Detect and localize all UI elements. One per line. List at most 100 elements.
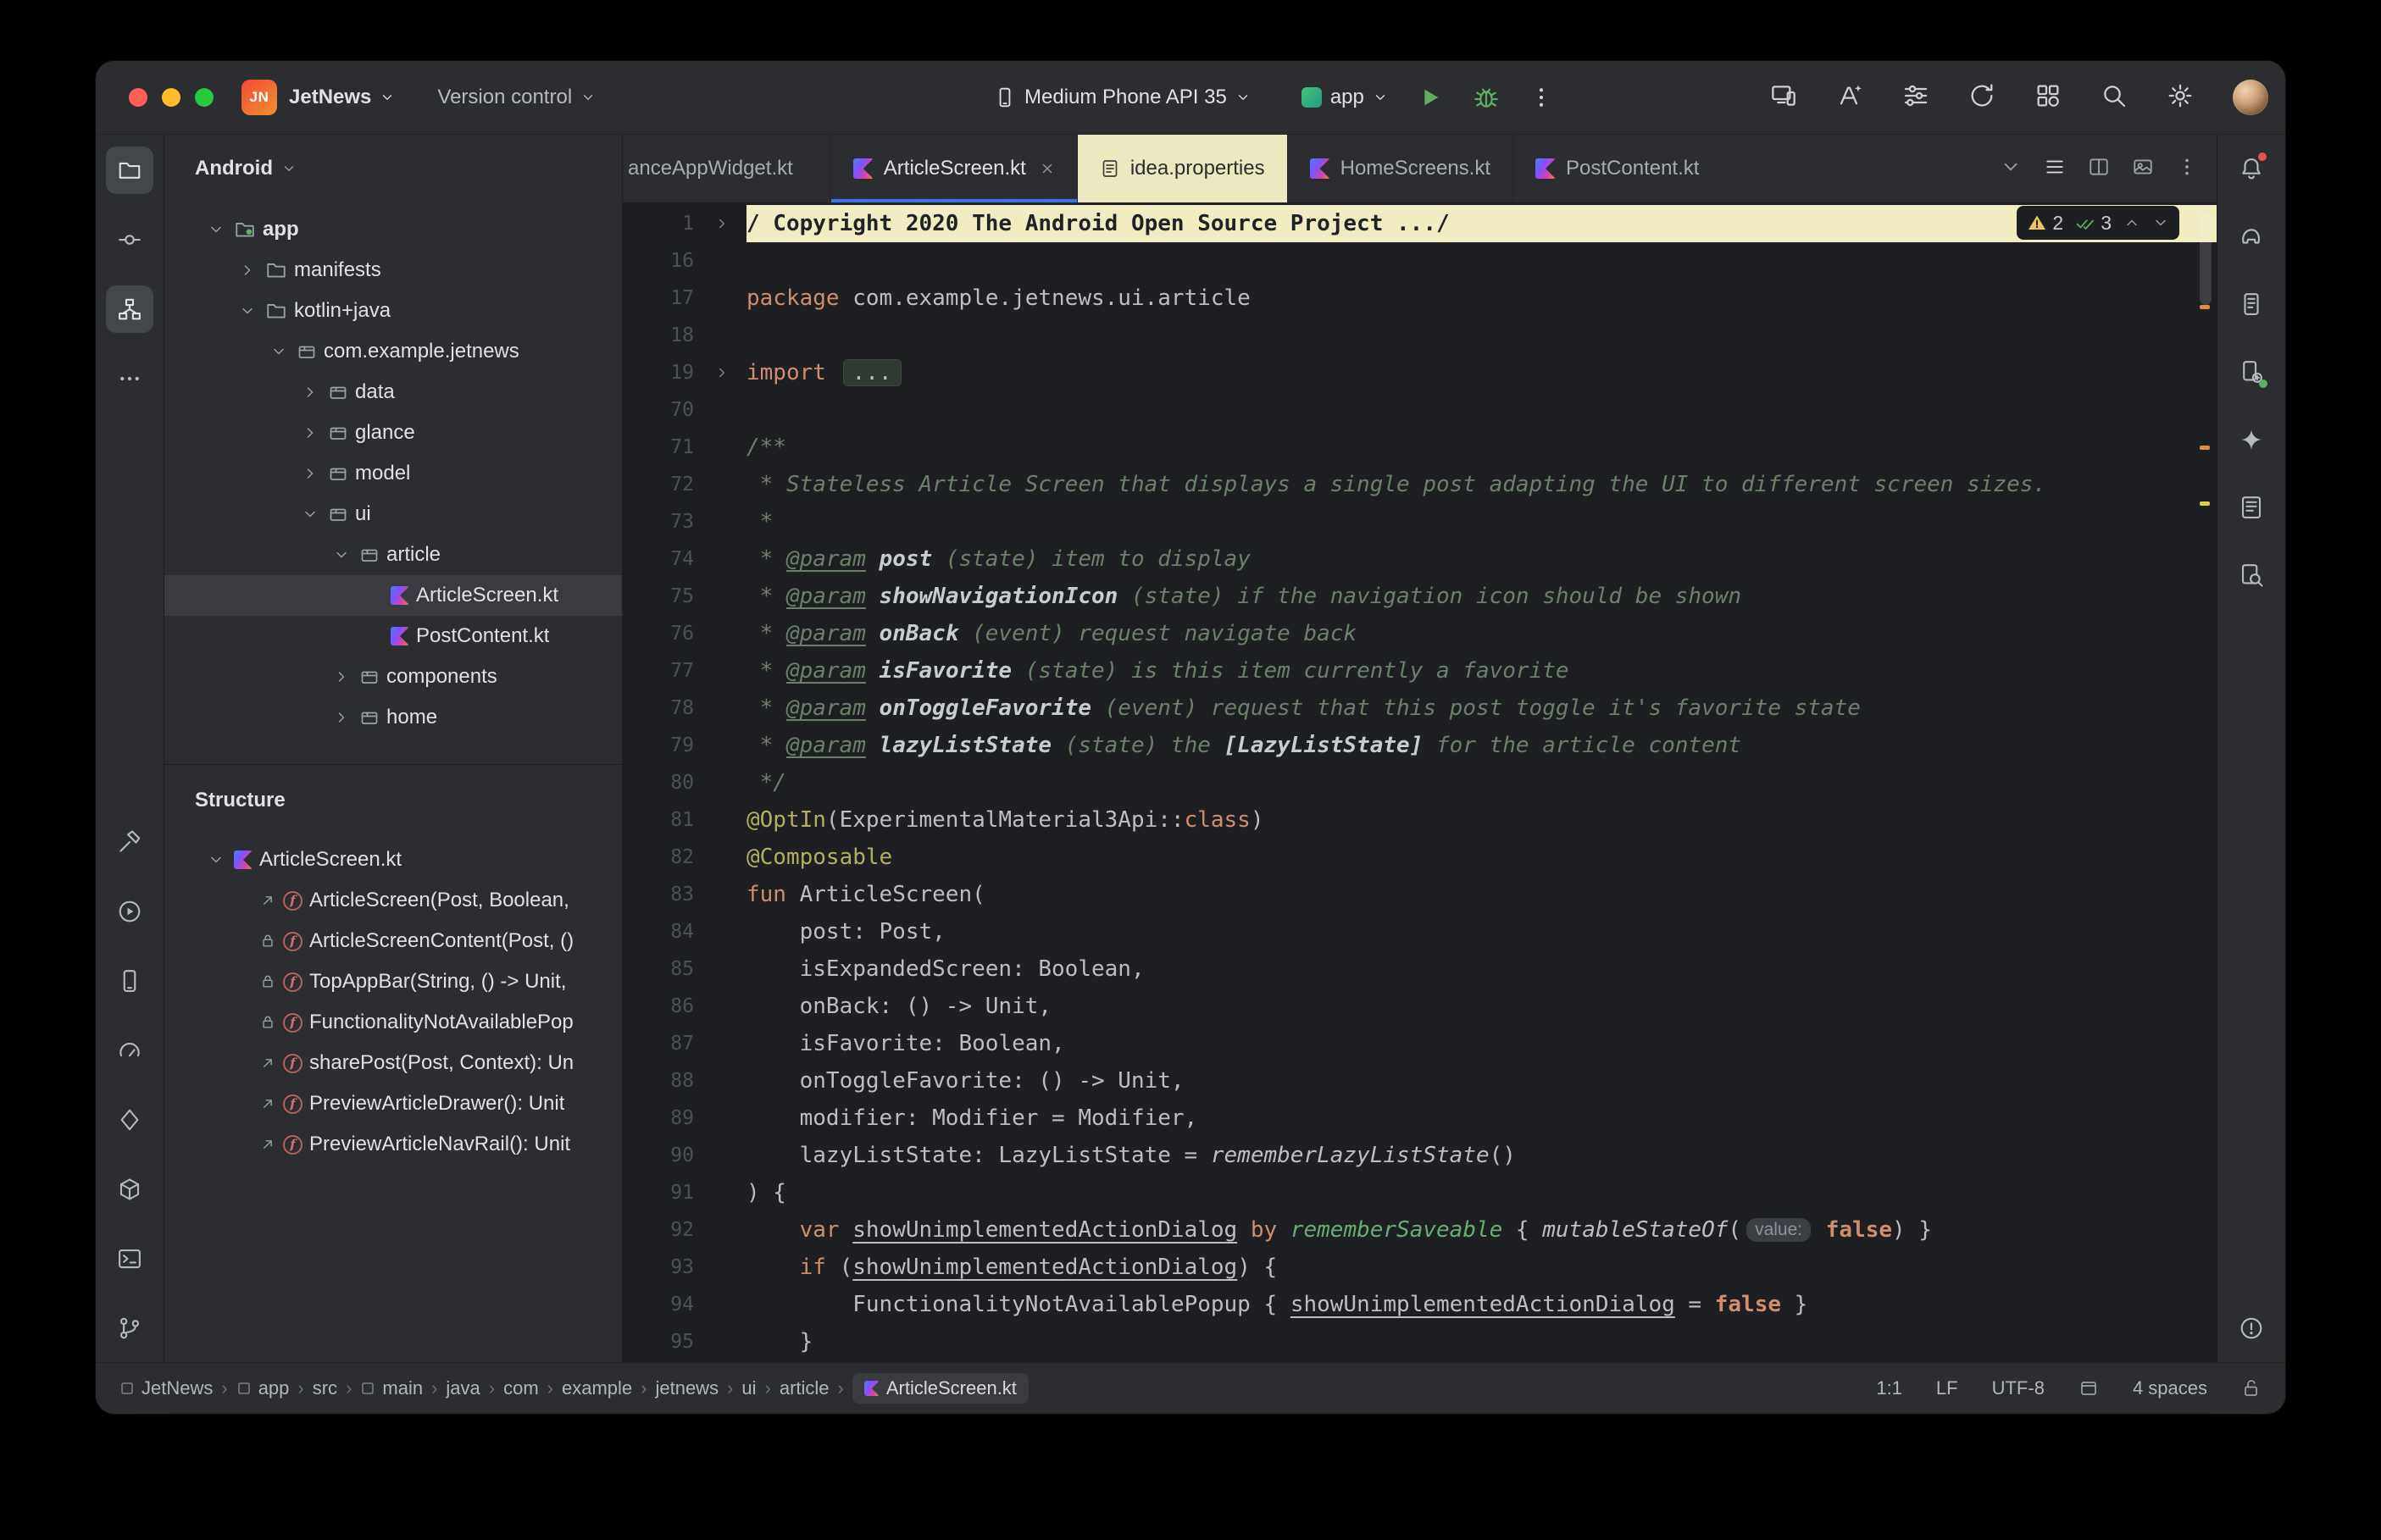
code-line-17[interactable]: 17 package com.example.jetnews.ui.article [623, 280, 2217, 317]
breadcrumb-ui[interactable]: ui [741, 1377, 756, 1399]
code-line-19[interactable]: 19 import ... [623, 354, 2217, 391]
code-line-79[interactable]: 79 * @param lazyListState (state) the [L… [623, 727, 2217, 764]
structure-item-PreviewArticleDrawer(): Unit[interactable]: f PreviewArticleDrawer(): Unit [164, 1083, 622, 1124]
commit-button[interactable] [106, 216, 153, 263]
unlock-icon[interactable] [2241, 1378, 2262, 1399]
devices-button[interactable] [1770, 82, 1797, 114]
code-line-94[interactable]: 94 FunctionalityNotAvailablePopup { show… [623, 1286, 2217, 1323]
problems-button[interactable] [2228, 1305, 2275, 1352]
tree-item-com.example.jetnews[interactable]: com.example.jetnews [164, 331, 622, 372]
filters-button[interactable] [1902, 82, 1929, 114]
project-widget[interactable]: JetNews [289, 86, 395, 109]
code-line-93[interactable]: 93 if (showUnimplementedActionDialog) { [623, 1249, 2217, 1286]
fold-marker-icon[interactable] [694, 216, 746, 231]
previous-problem-icon[interactable] [2123, 214, 2140, 231]
tab-idea.properties[interactable]: idea.properties [1076, 135, 1287, 202]
tab-HomeScreens.kt[interactable]: HomeScreens.kt [1286, 135, 1512, 202]
code-line-83[interactable]: 83 fun ArticleScreen( [623, 876, 2217, 913]
inspection-widget[interactable]: 2 3 [2017, 206, 2179, 240]
gradle-button[interactable] [2228, 213, 2275, 260]
structure-item-ArticleScreen.kt[interactable]: ArticleScreen.kt [164, 839, 622, 880]
breadcrumb-java[interactable]: java [446, 1377, 480, 1399]
breadcrumb-ArticleScreen.kt[interactable]: ArticleScreen.kt [852, 1373, 1029, 1404]
device-manager-button[interactable] [2228, 348, 2275, 396]
tree-item-article[interactable]: article [164, 535, 622, 575]
structure-item-PreviewArticleNavRail(): Unit[interactable]: f PreviewArticleNavRail(): Unit [164, 1124, 622, 1165]
fold-marker-icon[interactable] [694, 365, 746, 380]
code-line-92[interactable]: 92 var showUnimplementedActionDialog by … [623, 1211, 2217, 1249]
device-selector[interactable]: Medium Phone API 35 [994, 86, 1251, 109]
sync-button[interactable] [1968, 82, 1995, 114]
breadcrumb-jetnews[interactable]: jetnews [655, 1377, 719, 1399]
plugins-button[interactable] [2034, 82, 2062, 114]
code-line-82[interactable]: 82 @Composable [623, 839, 2217, 876]
tree-item-data[interactable]: data [164, 372, 622, 413]
breadcrumb-src[interactable]: src [313, 1377, 337, 1399]
code-line-73[interactable]: 73 * [623, 503, 2217, 540]
code-line-88[interactable]: 88 onToggleFavorite: () -> Unit, [623, 1062, 2217, 1100]
insights-diamond-button[interactable] [106, 1096, 153, 1144]
code-line-80[interactable]: 80 */ [623, 764, 2217, 801]
breadcrumb-article[interactable]: article [780, 1377, 830, 1399]
tree-item-home[interactable]: home [164, 697, 622, 738]
settings-button[interactable] [2167, 82, 2194, 114]
structure-item-FunctionalityNotAvailablePop[interactable]: f FunctionalityNotAvailablePop [164, 1002, 622, 1043]
code-line-71[interactable]: 71 /** [623, 429, 2217, 466]
file-encoding[interactable]: UTF-8 [1992, 1377, 2045, 1399]
tab-ArticleScreen.kt[interactable]: ArticleScreen.kt [830, 135, 1077, 202]
structure-item-ArticleScreen(Post, Boolean,[interactable]: f ArticleScreen(Post, Boolean, [164, 880, 622, 921]
user-avatar[interactable] [2233, 80, 2268, 115]
code-line-86[interactable]: 86 onBack: () -> Unit, [623, 988, 2217, 1025]
code-line-76[interactable]: 76 * @param onBack (event) request navig… [623, 615, 2217, 652]
device-phone-button[interactable] [106, 957, 153, 1005]
bell-button[interactable] [2228, 145, 2275, 192]
code-line-78[interactable]: 78 * @param onToggleFavorite (event) req… [623, 690, 2217, 727]
structure-item-sharePost(Post, Context): Un[interactable]: f sharePost(Post, Context): Un [164, 1043, 622, 1083]
run-circle-button[interactable] [106, 888, 153, 935]
code-line-90[interactable]: 90 lazyListState: LazyListState = rememb… [623, 1137, 2217, 1174]
close-icon[interactable] [1040, 161, 1055, 176]
code-line-85[interactable]: 85 isExpandedScreen: Boolean, [623, 950, 2217, 988]
structure-button[interactable] [106, 285, 153, 333]
zoom-window-button[interactable] [195, 88, 214, 107]
git-branch-button[interactable] [106, 1305, 153, 1352]
tree-item-components[interactable]: components [164, 656, 622, 697]
terminal-button[interactable] [106, 1235, 153, 1282]
editor-scrollbar[interactable] [2200, 213, 2212, 305]
code-line-1[interactable]: 1 / Copyright 2020 The Android Open Sourc… [623, 205, 2217, 242]
code-line-18[interactable]: 18 [623, 317, 2217, 354]
breadcrumb-JetNews[interactable]: JetNews [119, 1377, 213, 1399]
run-config-selector[interactable]: app [1301, 86, 1388, 109]
line-ending[interactable]: LF [1936, 1377, 1958, 1399]
structure-item-TopAppBar(String, () -> Unit,[interactable]: f TopAppBar(String, () -> Unit, [164, 961, 622, 1002]
find-document-button[interactable] [2228, 551, 2275, 599]
tree-item-model[interactable]: model [164, 453, 622, 494]
device-explorer-button[interactable] [2228, 280, 2275, 328]
profiler-gauge-button[interactable] [106, 1027, 153, 1074]
code-line-70[interactable]: 70 [623, 391, 2217, 429]
gemini-sparkle-button[interactable] [2228, 416, 2275, 463]
tree-item-app[interactable]: app [164, 209, 622, 250]
tree-item-ui[interactable]: ui [164, 494, 622, 535]
hammer-button[interactable] [106, 818, 153, 866]
tree-item-ArticleScreen.kt[interactable]: ArticleScreen.kt [164, 575, 622, 616]
more-vert-button[interactable] [2176, 156, 2198, 182]
vcs-widget[interactable]: Version control [437, 86, 596, 109]
breadcrumb-com[interactable]: com [503, 1377, 539, 1399]
tab-PostContent.kt[interactable]: PostContent.kt [1512, 135, 1721, 202]
code-line-89[interactable]: 89 modifier: Modifier = Modifier, [623, 1100, 2217, 1137]
code-line-91[interactable]: 91) { [623, 1174, 2217, 1211]
ai-assistant-button[interactable] [1836, 82, 1863, 114]
chevron-down-button[interactable] [2000, 156, 2022, 182]
search-button[interactable] [2101, 82, 2128, 114]
split-editor-button[interactable] [2088, 156, 2110, 182]
code-line-87[interactable]: 87 isFavorite: Boolean, [623, 1025, 2217, 1062]
window-icon[interactable] [2079, 1378, 2099, 1399]
more-actions-button[interactable] [1529, 85, 1554, 110]
close-window-button[interactable] [129, 88, 147, 107]
code-line-72[interactable]: 72 * Stateless Article Screen that displ… [623, 466, 2217, 503]
code-line-75[interactable]: 75 * @param showNavigationIcon (state) i… [623, 578, 2217, 615]
run-button[interactable] [1417, 84, 1444, 111]
tree-item-PostContent.kt[interactable]: PostContent.kt [164, 616, 622, 656]
package-box-button[interactable] [106, 1166, 153, 1213]
